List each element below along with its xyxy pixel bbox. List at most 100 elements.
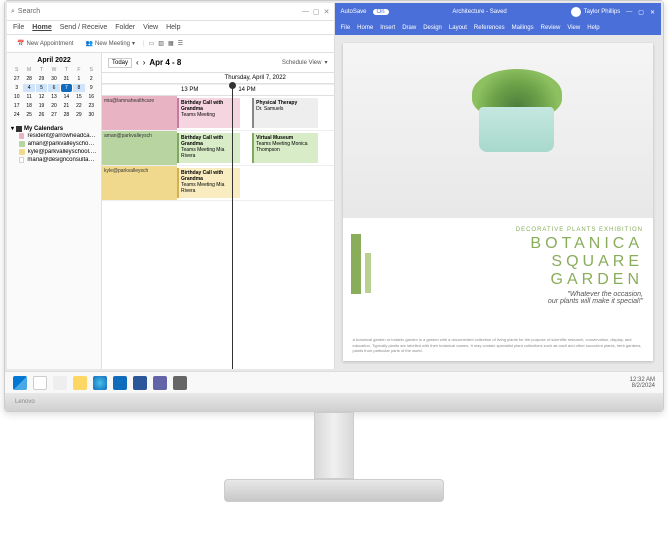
month-view-icon[interactable]: ▦ — [168, 40, 174, 47]
document-page[interactable]: DECORATIVE PLANTS EXHIBITION BOTANICASQU… — [343, 43, 654, 361]
word-window: AutoSave On Architecture - Saved Taylor … — [335, 3, 662, 369]
edge-icon[interactable] — [93, 376, 107, 390]
mini-cal-month: April 2022 — [11, 57, 97, 64]
start-button[interactable] — [13, 376, 27, 390]
schedule-row: aman@parkvalleyschBirthday Call with Gra… — [102, 131, 334, 166]
windows-taskbar: 12:32 AM 8/2/2024 — [5, 371, 663, 393]
menu-sendreceive[interactable]: Send / Receive — [60, 24, 107, 31]
word-titlebar: AutoSave On Architecture - Saved Taylor … — [335, 3, 662, 21]
prev-button[interactable]: ‹ — [136, 58, 139, 67]
subtitle: DECORATIVE PLANTS EXHIBITION — [516, 227, 643, 233]
calendar-list: ▾ My Calendars resident@arrowheadcare.co… — [11, 125, 97, 164]
maximize-button[interactable]: ▢ — [313, 8, 320, 16]
monitor-stand — [294, 412, 374, 502]
calendar-item[interactable]: resident@arrowheadcare.com — [11, 132, 97, 140]
plant-photo — [467, 69, 567, 154]
schedule-row: mia@lamnahealthcareBirthday Call with Gr… — [102, 96, 334, 131]
attendee-label[interactable]: kyle@parkvalleysch — [102, 166, 177, 200]
search-icon: ⌕ — [11, 8, 15, 16]
title-block: DECORATIVE PLANTS EXHIBITION BOTANICASQU… — [516, 227, 643, 288]
day-view-icon[interactable]: ▭ — [149, 40, 155, 47]
autosave-toggle[interactable]: On — [373, 9, 389, 15]
screen: ⌕ Search — ▢ ✕ File Home Send / Receive Fol… — [5, 1, 663, 371]
accent-bar-2 — [365, 253, 371, 293]
search-placeholder: Search — [18, 8, 40, 15]
ribbon-tab-view[interactable]: View — [567, 25, 580, 31]
calendar-event[interactable]: Birthday Call with GrandmaTeams Meeting — [177, 98, 240, 128]
search-icon[interactable] — [33, 376, 47, 390]
calendar-event[interactable]: Birthday Call with GrandmaTeams Meeting … — [177, 168, 240, 198]
menu-home[interactable]: Home — [32, 24, 51, 31]
schedule-grid: Thursday, April 7, 2022 13 PM14 PM mia@l… — [102, 73, 334, 369]
outlook-window: ⌕ Search — ▢ ✕ File Home Send / Receive Fol… — [7, 3, 335, 369]
menu-view[interactable]: View — [143, 24, 158, 31]
ribbon-tab-help[interactable]: Help — [587, 25, 599, 31]
menu-folder[interactable]: Folder — [115, 24, 135, 31]
attendee-label[interactable]: mia@lamnahealthcare — [102, 96, 177, 130]
ribbon-tab-draw[interactable]: Draw — [402, 25, 416, 31]
calendar-event[interactable]: Physical TherapyDr. Samuels — [252, 98, 318, 128]
doc-name[interactable]: Architecture - Saved — [395, 9, 565, 15]
calendar-item[interactable]: aman@parkvalleyschool.edu — [11, 140, 97, 148]
hero-image — [343, 43, 654, 218]
monitor-bezel: Lenovo — [5, 393, 663, 411]
maximize-button[interactable]: ▢ — [638, 9, 644, 16]
outlook-menu: File Home Send / Receive Folder View Help — [7, 21, 334, 35]
system-tray-clock[interactable]: 12:32 AM 8/2/2024 — [630, 377, 655, 389]
search-box[interactable]: ⌕ Search — [11, 8, 298, 16]
ribbon-tab-references[interactable]: References — [474, 25, 505, 31]
calendar-event[interactable]: Birthday Call with GrandmaTeams Meeting … — [177, 133, 240, 163]
quote-text: "Whatever the occasion,our plants will m… — [548, 291, 643, 305]
calendar-event[interactable]: Virtual MuseumTeams Meeting Monica Thomp… — [252, 133, 318, 163]
new-meeting-button[interactable]: 👥 New Meeting ▾ — [82, 38, 140, 49]
current-time-line — [232, 85, 233, 369]
next-button[interactable]: › — [143, 58, 146, 67]
schedule-view-icon[interactable]: ☰ — [178, 40, 183, 47]
calendar-icon: 📅 — [17, 40, 24, 47]
close-button[interactable]: ✕ — [650, 9, 655, 16]
ribbon-tab-design[interactable]: Design — [423, 25, 442, 31]
day-header: Thursday, April 7, 2022 — [177, 73, 334, 83]
menu-help[interactable]: Help — [166, 24, 180, 31]
ribbon-tab-insert[interactable]: Insert — [380, 25, 395, 31]
ribbon-tab-file[interactable]: File — [341, 25, 351, 31]
calendar-item[interactable]: maria@designconsultants.com — [11, 156, 97, 164]
mini-calendar[interactable]: SMTWTFS272829303112345678910111213141516… — [11, 66, 97, 119]
ribbon-tab-layout[interactable]: Layout — [449, 25, 467, 31]
accent-bar — [351, 234, 361, 294]
task-view-icon[interactable] — [53, 376, 67, 390]
menu-file[interactable]: File — [13, 24, 24, 31]
word-canvas: DECORATIVE PLANTS EXHIBITION BOTANICASQU… — [335, 35, 662, 369]
ribbon-tab-mailings[interactable]: Mailings — [512, 25, 534, 31]
outlook-sidebar: April 2022 SMTWTFS2728293031123456789101… — [7, 53, 102, 369]
today-button[interactable]: Today — [108, 58, 132, 68]
schedule-view-label[interactable]: Schedule View — [282, 60, 322, 66]
week-view-icon[interactable]: ▥ — [158, 40, 164, 47]
autosave-label: AutoSave — [341, 9, 367, 15]
chevron-down-icon: ▾ — [11, 125, 14, 132]
people-icon: 👥 — [86, 40, 93, 47]
ribbon-tab-home[interactable]: Home — [357, 25, 373, 31]
store-icon[interactable] — [173, 376, 187, 390]
date-nav: Today ‹ › Apr 4 - 8 Schedule View ▾ — [102, 53, 334, 73]
my-calendars-header[interactable]: ▾ My Calendars — [11, 125, 97, 132]
attendee-label[interactable]: aman@parkvalleysch — [102, 131, 177, 165]
close-button[interactable]: ✕ — [324, 8, 330, 16]
window-controls: — ▢ ✕ — [302, 8, 330, 16]
word-icon[interactable] — [133, 376, 147, 390]
outlook-main: Today ‹ › Apr 4 - 8 Schedule View ▾ — [102, 53, 334, 369]
calendar-item[interactable]: kyle@parkvalleyschool.edu — [11, 148, 97, 156]
outlook-icon[interactable] — [113, 376, 127, 390]
minimize-button[interactable]: — — [626, 9, 632, 15]
explorer-icon[interactable] — [73, 376, 87, 390]
new-appointment-button[interactable]: 📅 New Appointment — [13, 38, 78, 49]
avatar — [571, 7, 581, 17]
user-account[interactable]: Taylor Phillips — [571, 7, 621, 17]
teams-icon[interactable] — [153, 376, 167, 390]
body-text: A botanical garden or botanic garden is … — [353, 337, 644, 353]
ribbon-tab-review[interactable]: Review — [541, 25, 561, 31]
schedule-row: kyle@parkvalleyschBirthday Call with Gra… — [102, 166, 334, 201]
monitor: ⌕ Search — ▢ ✕ File Home Send / Receive Fol… — [4, 0, 664, 412]
minimize-button[interactable]: — — [302, 8, 309, 16]
chevron-down-icon: ▾ — [132, 40, 135, 47]
